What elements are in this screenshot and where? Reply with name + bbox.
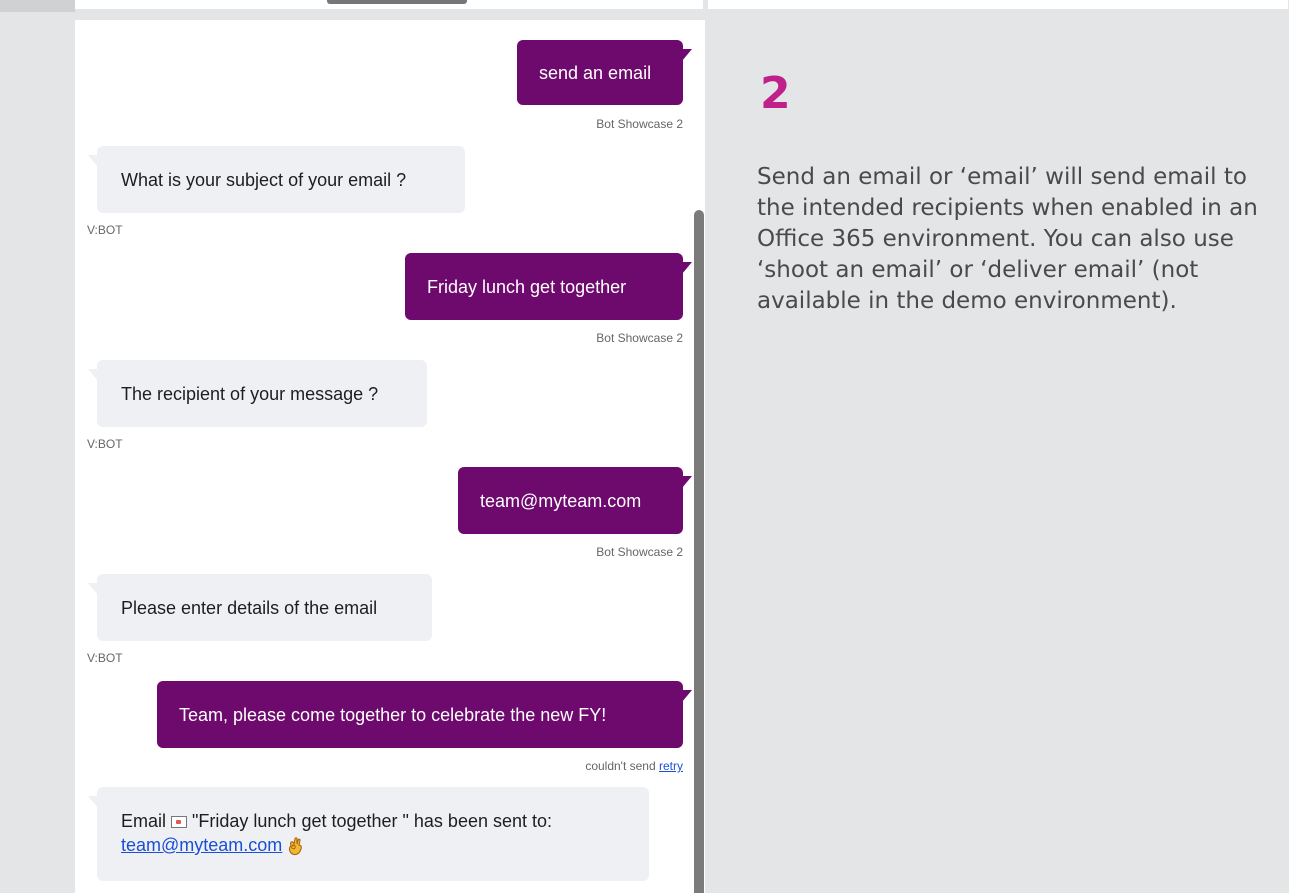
bot-message-text: Please enter details of the email [121, 597, 378, 618]
top-bar-left [0, 0, 75, 12]
bot-message-bubble: The recipient of your message ? [88, 360, 427, 427]
message-sender-label: Bot Showcase 2 [596, 117, 683, 131]
user-message-text: send an email [539, 62, 652, 83]
scrollbar-thumb[interactable] [694, 210, 704, 893]
user-message-bubble: team@myteam.com [458, 467, 692, 534]
top-bar [0, 0, 1289, 12]
step-description: Send an email or ‘email’ will send email… [757, 164, 1258, 314]
step-number: 2 [760, 68, 791, 119]
message-sender-label: V:BOT [87, 223, 123, 237]
ok-hand-icon [289, 837, 303, 856]
recipient-email-link[interactable]: team@myteam.com [121, 835, 282, 855]
email-subject-text: "Friday lunch get together " has been se… [192, 811, 553, 831]
user-message-bubble: Friday lunch get together [405, 253, 692, 320]
user-message-text: Team, please come together to celebrate … [179, 704, 607, 725]
bot-message-text: Email "Friday lunch get together " has be… [121, 809, 552, 857]
top-bar-middle [75, 0, 703, 9]
top-bar-right [708, 0, 1288, 9]
top-bar-sliver [327, 0, 467, 4]
message-sender-label: Bot Showcase 2 [596, 545, 683, 559]
bot-message-bubble: What is your subject of your email ? [88, 146, 465, 213]
email-label: Email [121, 811, 167, 831]
bot-message-text: The recipient of your message ? [121, 383, 379, 404]
user-message-bubble: Team, please come together to celebrate … [157, 681, 692, 748]
send-failed-label: couldn't send [585, 759, 656, 773]
send-status: couldn't send retry [420, 759, 683, 773]
user-message-bubble: send an email [517, 40, 692, 105]
envelope-icon [171, 816, 188, 829]
bot-message-bubble: Email "Friday lunch get together " has be… [88, 787, 649, 881]
bot-message-bubble: Please enter details of the email [88, 574, 432, 641]
retry-link[interactable]: retry [659, 759, 683, 773]
user-message-text: team@myteam.com [480, 490, 642, 511]
user-message-text: Friday lunch get together [427, 276, 627, 297]
message-sender-label: V:BOT [87, 651, 123, 665]
message-sender-label: V:BOT [87, 437, 123, 451]
message-sender-label: Bot Showcase 2 [596, 331, 683, 345]
bot-message-text: What is your subject of your email ? [121, 169, 407, 190]
